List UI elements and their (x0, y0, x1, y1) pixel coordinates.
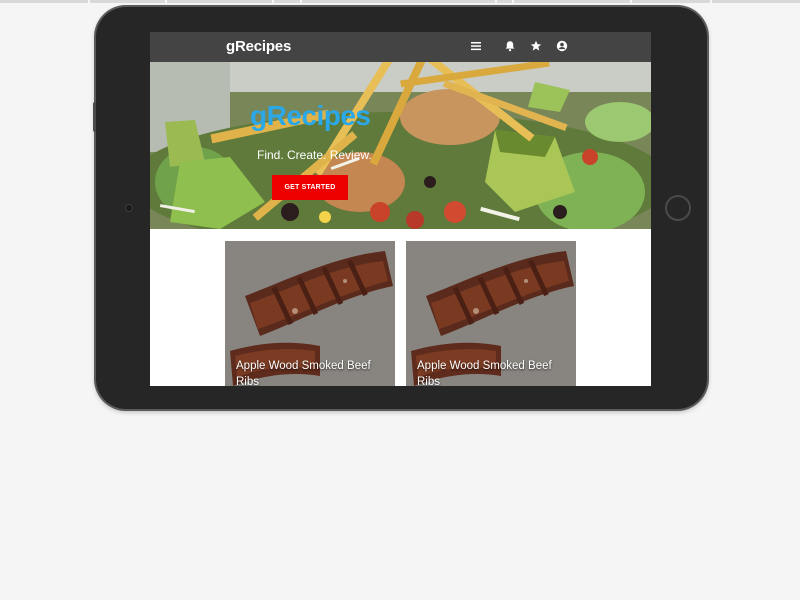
recipe-card[interactable]: Apple Wood Smoked Beef Ribs (225, 241, 395, 386)
bell-icon[interactable] (503, 40, 517, 54)
tablet-side-button (93, 102, 96, 132)
hero-tagline: Find. Create. Review. (257, 148, 372, 162)
brand-logo[interactable]: gRecipes (226, 38, 291, 55)
recipe-card[interactable]: Apple Wood Smoked Beef Ribs (406, 241, 576, 386)
menu-icon[interactable] (469, 40, 483, 54)
star-icon[interactable] (529, 40, 543, 54)
top-navbar: gRecipes (150, 32, 651, 62)
hero-title: gRecipes (250, 100, 371, 131)
recipe-card-title[interactable]: Apple Wood Smoked Beef Ribs (236, 358, 386, 386)
tablet-home-button[interactable] (665, 195, 691, 221)
account-circle-icon[interactable] (555, 40, 569, 54)
browser-top-strip (0, 0, 800, 3)
salad-hero-image (150, 62, 651, 229)
recipe-grid: Apple Wood Smoked Beef Ribs Apple Wood S… (150, 229, 651, 386)
hero-banner: gRecipes Find. Create. Review. GET START… (150, 62, 651, 229)
tablet-screen: gRecipes gRecipes Find. Create. Review. … (150, 32, 651, 386)
get-started-button[interactable]: GET STARTED (272, 175, 348, 200)
tablet-device-frame: gRecipes gRecipes Find. Create. Review. … (93, 7, 707, 409)
tablet-camera (125, 204, 133, 212)
recipe-card-title[interactable]: Apple Wood Smoked Beef Ribs (417, 358, 567, 386)
